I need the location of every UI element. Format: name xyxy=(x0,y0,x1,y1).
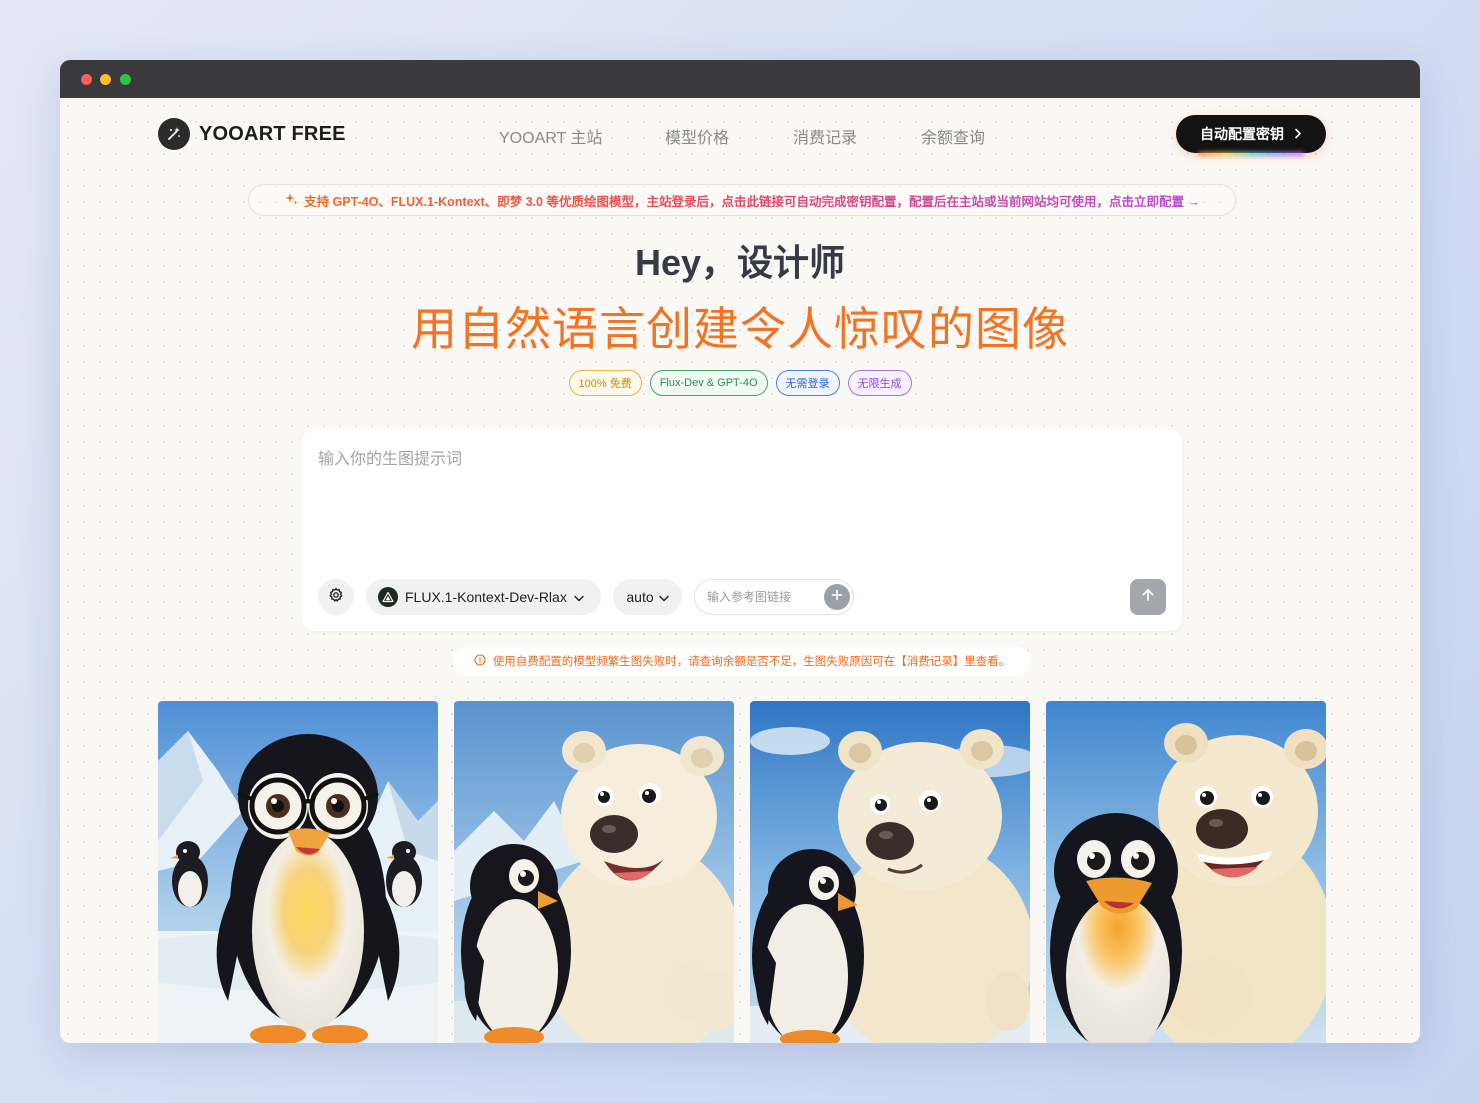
gallery-image-penguin-bear-2[interactable] xyxy=(750,701,1030,1043)
failure-notice: 使用自费配置的模型频繁生图失败时，请查询余额是否不足，生图失败原因可在【消费记录… xyxy=(453,646,1031,676)
nav-link-balance-query[interactable]: 余额查询 xyxy=(921,124,985,148)
config-banner-link[interactable]: 支持 GPT-4O、FLUX.1-Kontext、即梦 3.0 等优质绘图模型，… xyxy=(248,184,1236,216)
info-icon xyxy=(474,653,486,669)
sparkle-icon xyxy=(284,192,298,209)
gear-icon xyxy=(328,587,344,608)
chevron-down-icon xyxy=(574,589,584,605)
gallery-image-penguin-glasses[interactable] xyxy=(158,701,438,1043)
browser-window: YOOART FREE YOOART 主站 模型价格 消费记录 余额查询 自动配… xyxy=(60,60,1420,1043)
banner-text: 支持 GPT-4O、FLUX.1-Kontext、即梦 3.0 等优质绘图模型，… xyxy=(304,191,1200,210)
page: YOOART FREE YOOART 主站 模型价格 消费记录 余额查询 自动配… xyxy=(60,98,1420,1043)
nav-link-consumption-records[interactable]: 消费记录 xyxy=(793,124,857,148)
nav-link-model-pricing[interactable]: 模型价格 xyxy=(665,124,729,148)
close-window-button[interactable] xyxy=(81,74,92,85)
reference-image-field xyxy=(694,579,854,615)
selected-ratio: auto xyxy=(626,589,654,605)
window-titlebar xyxy=(60,60,1420,98)
hero-greeting: Hey，设计师 xyxy=(634,242,846,283)
notice-text: 使用自费配置的模型频繁生图失败时，请查询余额是否不足，生图失败原因可在【消费记录… xyxy=(492,656,1011,668)
chevron-down-icon xyxy=(658,589,669,605)
reference-image-input[interactable] xyxy=(707,580,819,614)
generate-button[interactable] xyxy=(1130,579,1166,615)
minimize-window-button[interactable] xyxy=(100,74,111,85)
tag-models: Flux-Dev & GPT-4O xyxy=(649,370,768,396)
triangle-logo-icon xyxy=(378,587,398,607)
auto-config-key-label: 自动配置密钥 xyxy=(1200,126,1284,142)
gallery-image-penguin-bear-1[interactable] xyxy=(454,701,734,1043)
aspect-ratio-select[interactable]: auto xyxy=(613,579,682,615)
tag-free: 100% 免费 xyxy=(568,370,642,396)
chevron-right-icon xyxy=(1294,126,1302,142)
image-gallery xyxy=(158,701,1326,1043)
tag-no-login: 无需登录 xyxy=(775,370,840,396)
prompt-input[interactable] xyxy=(318,445,1158,565)
maximize-window-button[interactable] xyxy=(120,74,131,85)
model-select[interactable]: FLUX.1-Kontext-Dev-Rlax xyxy=(366,579,601,615)
plus-icon xyxy=(831,588,843,606)
hero-headline: 用自然语言创建令人惊叹的图像 xyxy=(411,303,1069,355)
settings-button[interactable] xyxy=(318,579,354,615)
auto-config-key-button[interactable]: 自动配置密钥 xyxy=(1176,115,1326,153)
arrow-up-icon xyxy=(1140,587,1156,608)
nav-link-main-site[interactable]: YOOART 主站 xyxy=(499,124,602,148)
gallery-image-penguin-bear-3[interactable] xyxy=(1046,701,1326,1043)
feature-tags: 100% 免费 Flux-Dev & GPT-4O 无需登录 无限生成 xyxy=(60,370,1420,396)
add-reference-button[interactable] xyxy=(824,584,850,610)
tag-unlimited: 无限生成 xyxy=(847,370,912,396)
selected-model: FLUX.1-Kontext-Dev-Rlax xyxy=(405,589,567,605)
prompt-card: FLUX.1-Kontext-Dev-Rlax auto xyxy=(302,429,1182,631)
